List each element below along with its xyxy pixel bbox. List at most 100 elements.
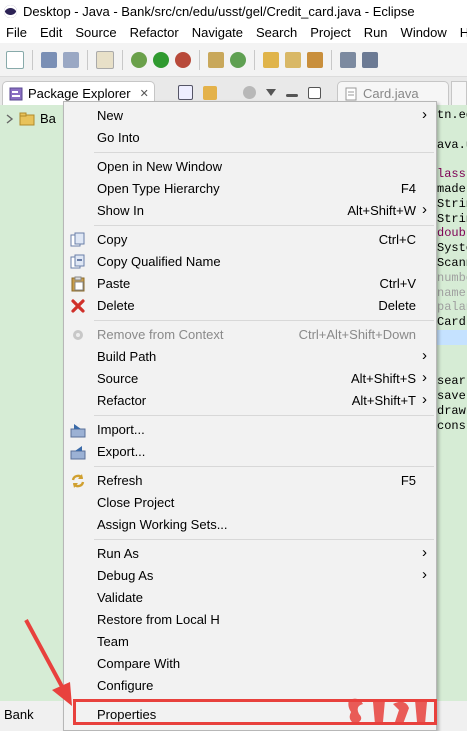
menu-navigate[interactable]: Navigate: [186, 25, 250, 40]
menu-item-label: Build Path: [97, 349, 157, 364]
minimize-icon[interactable]: [286, 94, 298, 97]
menu-item-new[interactable]: New ›: [64, 105, 436, 127]
menu-item-run-as[interactable]: Run As ›: [64, 543, 436, 565]
menu-item-team[interactable]: Team: [64, 631, 436, 653]
menu-separator: [94, 225, 434, 226]
menu-item-source[interactable]: Source Alt+Shift+S ›: [64, 368, 436, 390]
new-icon[interactable]: [6, 50, 24, 69]
window-title: Desktop - Java - Bank/src/cn/edu/usst/ge…: [23, 3, 415, 19]
project-label: Ba: [40, 111, 56, 126]
menu-item-label: Source: [97, 371, 139, 386]
save-icon[interactable]: [41, 51, 57, 68]
new-class-icon[interactable]: [230, 51, 246, 68]
expand-arrow-icon[interactable]: [6, 113, 14, 124]
editor-code-peek[interactable]: tn.edava.ulass madeStrinStrindoublSysteS…: [437, 105, 467, 701]
menu-item-compare-with[interactable]: Compare With: [64, 653, 436, 675]
menu-item-import[interactable]: Import...: [64, 419, 436, 441]
menu-item-refresh[interactable]: Refresh F5: [64, 470, 436, 492]
search-tool-icon[interactable]: [307, 51, 323, 68]
menu-item-debug-as[interactable]: Debug As ›: [64, 565, 436, 587]
new-package-icon[interactable]: [208, 51, 224, 68]
menu-item-shortcut: Ctrl+C: [378, 232, 416, 247]
menu-window[interactable]: Window: [395, 25, 454, 40]
menu-item-go-into[interactable]: Go Into: [64, 127, 436, 149]
menu-item-label: Assign Working Sets...: [97, 517, 228, 532]
menu-edit[interactable]: Edit: [34, 25, 69, 40]
remove-context-icon: [73, 330, 83, 340]
menu-item-validate[interactable]: Validate: [64, 587, 436, 609]
code-line: tn.ed: [437, 108, 467, 122]
menu-item-label: Show In: [97, 203, 144, 218]
menu-item-shortcut: Ctrl+V: [379, 276, 416, 291]
menu-item-export[interactable]: Export...: [64, 441, 436, 463]
menu-item-label: Paste: [97, 276, 131, 291]
pin-icon[interactable]: [340, 51, 356, 68]
menu-item-shortcut: Ctrl+Alt+Shift+Down: [298, 327, 416, 342]
menu-item-assign-working-sets[interactable]: Assign Working Sets...: [64, 514, 436, 536]
tree-project-row[interactable]: Ba: [6, 111, 56, 126]
menu-item-open-type-hierarchy[interactable]: Open Type Hierarchy F4: [64, 178, 436, 200]
menu-project[interactable]: Project: [304, 25, 357, 40]
eclipse-icon: [4, 4, 17, 18]
menu-refactor[interactable]: Refactor: [124, 25, 186, 40]
open-type-icon[interactable]: [263, 51, 279, 68]
menu-item-label: Import...: [97, 422, 145, 437]
menu-item-close-project[interactable]: Close Project: [64, 492, 436, 514]
menu-item-label: Compare With: [97, 656, 181, 671]
menu-item-label: Open in New Window: [97, 159, 222, 174]
menu-separator: [94, 466, 434, 467]
menu-item-paste[interactable]: Paste Ctrl+V: [64, 273, 436, 295]
code-line: Card: [437, 315, 466, 330]
code-line: Strin: [437, 196, 467, 211]
view-menu-icon[interactable]: [266, 88, 276, 97]
menu-item-label: Go Into: [97, 130, 140, 145]
copy-icon: [70, 232, 85, 247]
link-editor-icon[interactable]: [203, 85, 217, 100]
save-all-icon[interactable]: [63, 51, 79, 68]
menu-item-copy[interactable]: Copy Ctrl+C: [64, 229, 436, 251]
run-icon[interactable]: [153, 51, 169, 68]
menu-item-delete[interactable]: Delete Delete: [64, 295, 436, 317]
maximize-icon[interactable]: [308, 86, 321, 99]
menu-item-label: New: [97, 108, 124, 123]
toolbar-separator: [331, 49, 332, 70]
menu-item-label: Copy Qualified Name: [97, 254, 221, 269]
submenu-arrow-icon: ›: [422, 201, 427, 218]
open-task-icon[interactable]: [285, 51, 301, 68]
menu-item-label: Close Project: [97, 495, 175, 510]
close-icon[interactable]: ✕: [140, 87, 149, 100]
code-line: sear: [437, 374, 466, 389]
menu-separator: [94, 152, 434, 153]
toolbar-separator: [199, 49, 200, 70]
external-tools-icon[interactable]: [175, 51, 191, 68]
menu-item-shortcut: Alt+Shift+T: [351, 393, 416, 408]
code-line: draw: [437, 404, 466, 418]
code-line: palan: [437, 300, 467, 315]
debug-icon[interactable]: [131, 51, 147, 68]
tab-java-file-partial[interactable]: [451, 81, 467, 105]
menu-run[interactable]: Run: [358, 25, 395, 40]
menu-item-refactor[interactable]: Refactor Alt+Shift+T ›: [64, 390, 436, 412]
focus-task-icon[interactable]: [243, 86, 256, 99]
menu-item-restore-from-local-h[interactable]: Restore from Local H: [64, 609, 436, 631]
toggle-icon[interactable]: [96, 50, 114, 69]
menu-source[interactable]: Source: [69, 25, 123, 40]
menu-help[interactable]: H: [454, 25, 467, 40]
menu-item-label: Refactor: [97, 393, 147, 408]
menu-item-open-in-new-window[interactable]: Open in New Window: [64, 156, 436, 178]
menu-search[interactable]: Search: [250, 25, 304, 40]
collapse-all-icon[interactable]: [178, 85, 193, 100]
code-line: numbe: [437, 270, 467, 285]
menu-item-copy-qualified-name[interactable]: Copy Qualified Name: [64, 251, 436, 273]
menu-item-label: Restore from Local H: [97, 612, 220, 627]
menu-file[interactable]: File: [0, 25, 34, 40]
code-line: ava.u: [437, 137, 467, 152]
menu-item-show-in[interactable]: Show In Alt+Shift+W ›: [64, 200, 436, 222]
menu-item-label: Validate: [97, 590, 144, 605]
annotation-nav-icon[interactable]: [362, 51, 378, 68]
menu-item-shortcut: F5: [400, 473, 416, 488]
menu-item-build-path[interactable]: Build Path ›: [64, 346, 436, 368]
menu-item-label: Debug As: [97, 568, 154, 583]
main-toolbar: [0, 43, 467, 77]
menu-item-shortcut: Alt+Shift+S: [350, 371, 416, 386]
